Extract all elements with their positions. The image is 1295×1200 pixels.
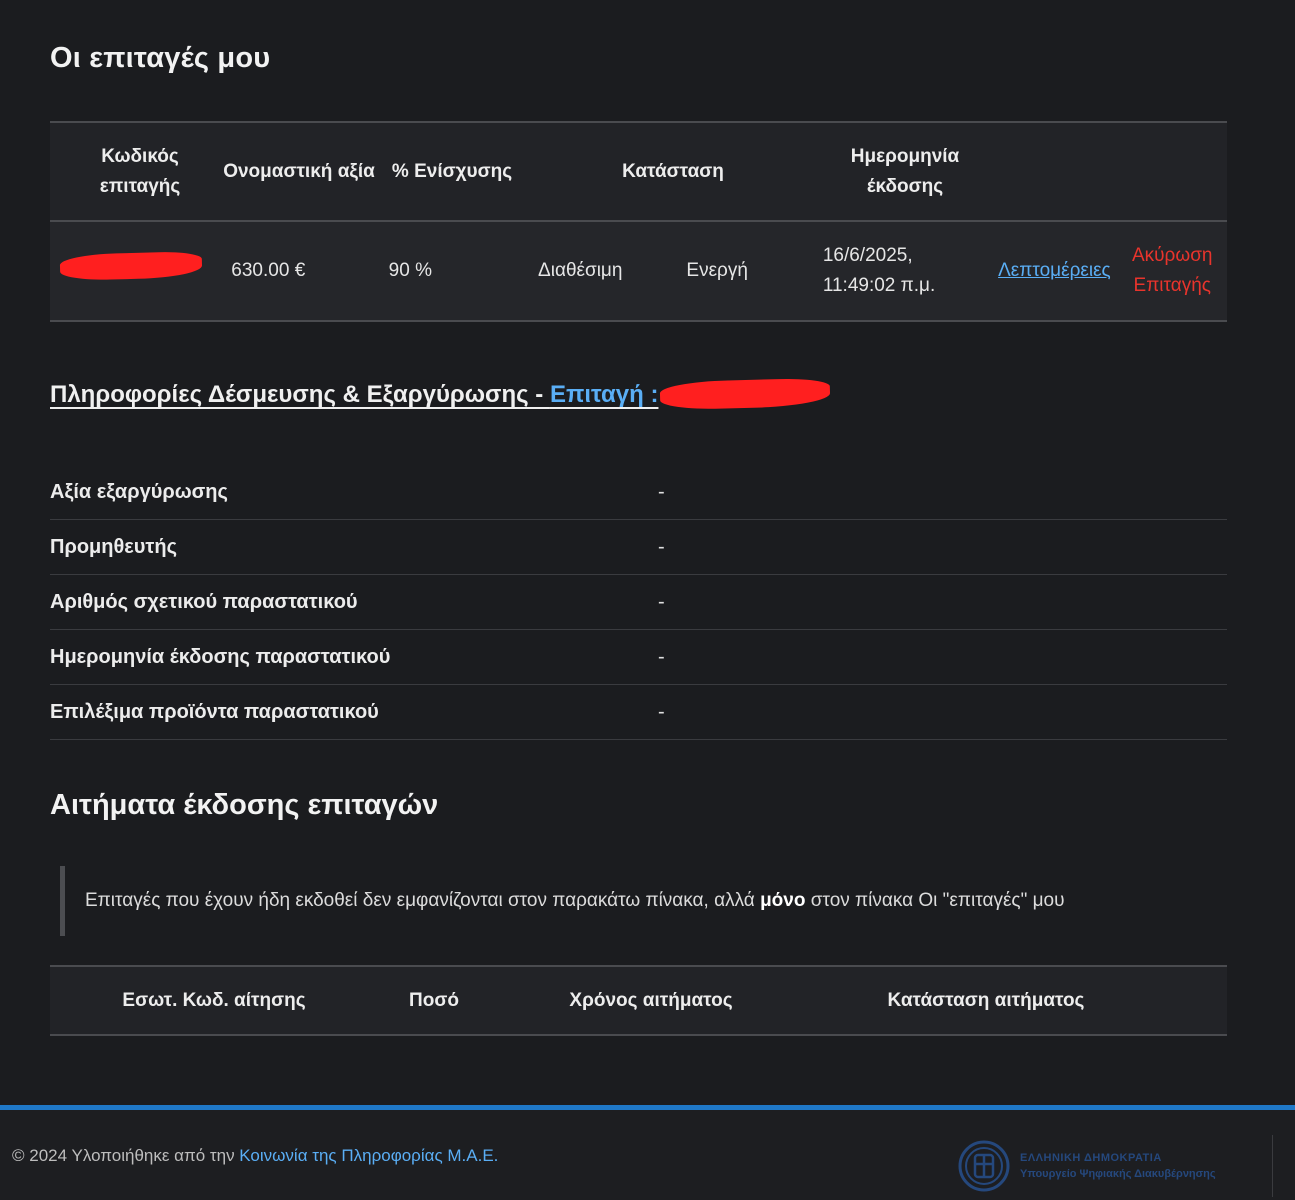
voucher-code-redacted xyxy=(50,251,219,289)
voucher-availability: Διαθέσιμη xyxy=(538,260,623,281)
details-cell: Λεπτομέρειες xyxy=(986,256,1135,286)
info-label: Προμηθευτής xyxy=(50,535,177,558)
header-request-time: Χρόνος αιτήματος xyxy=(569,989,733,1011)
header-internal-code: Εσωτ. Κωδ. αίτησης xyxy=(122,989,306,1011)
details-link[interactable]: Λεπτομέρειες xyxy=(998,260,1111,281)
info-heading-text: Πληροφορίες Δέσμευσης & Εξαργύρωσης - xyxy=(50,381,550,408)
footer: © 2024 Υλοποιήθηκε από την Κοινωνία της … xyxy=(0,1105,1295,1200)
info-label: Αξία εξαργύρωσης xyxy=(50,480,228,503)
info-value: - xyxy=(658,645,665,668)
info-value: - xyxy=(658,535,665,558)
header-request-status: Κατάσταση αιτήματος xyxy=(887,989,1085,1011)
list-item: Επιλέξιμα προϊόντα παραστατικού - xyxy=(50,685,1227,740)
voucher-nominal: 630.00 € xyxy=(231,260,306,281)
redaction-mark xyxy=(660,377,831,411)
info-label: Επιλέξιμα προϊόντα παραστατικού xyxy=(50,700,379,723)
note-post: στον πίνακα Οι "επιταγές" μου xyxy=(805,890,1065,911)
footer-divider xyxy=(1272,1135,1273,1197)
voucher-percent: 90 % xyxy=(388,260,432,281)
header-status: Κατάσταση xyxy=(622,160,724,182)
list-item: Αριθμός σχετικού παραστατικού - xyxy=(50,575,1227,630)
requests-table-header: Εσωτ. Κωδ. αίτησης Ποσό Χρόνος αιτήματος… xyxy=(50,965,1227,1036)
ministry-logo[interactable]: ΕΛΛΗΝΙΚΗ ΔΗΜΟΚΡΑΤΙΑ Υπουργείο Ψηφιακής Δ… xyxy=(958,1140,1216,1192)
footer-company-link[interactable]: Κοινωνία της Πληροφορίας Μ.Α.Ε. xyxy=(239,1146,498,1165)
note-pre: Επιταγές που έχουν ήδη εκδοθεί δεν εμφαν… xyxy=(85,890,761,911)
cancel-label-1: Ακύρωση xyxy=(1131,245,1213,266)
voucher-time: 11:49:02 π.μ. xyxy=(822,275,936,296)
info-label: Ημερομηνία έκδοσης παραστατικού xyxy=(50,645,391,668)
logo-text: ΕΛΛΗΝΙΚΗ ΔΗΜΟΚΡΑΤΙΑ Υπουργείο Ψηφιακής Δ… xyxy=(1020,1150,1216,1182)
list-item: Ημερομηνία έκδοσης παραστατικού - xyxy=(50,630,1227,685)
header-amount: Ποσό xyxy=(409,989,459,1011)
requests-title: Αιτήματα έκδοσης επιταγών xyxy=(50,789,439,821)
vouchers-table: Κωδικός επιταγής Ονομαστική αξία % Ενίσχ… xyxy=(50,121,1227,322)
header-percent: % Ενίσχυσης xyxy=(391,160,513,182)
note-text: Επιταγές που έχουν ήδη εκδοθεί δεν εμφαν… xyxy=(85,890,1065,912)
cancel-label-2: Επιταγής xyxy=(1133,275,1211,296)
header-code: Κωδικός επιταγής xyxy=(99,145,181,197)
table-row: 630.00 € 90 % Διαθέσιμη Ενεργή 16/6/2025… xyxy=(50,222,1227,320)
cancel-voucher-link[interactable]: Ακύρωση Επιταγής xyxy=(1117,241,1227,301)
info-value: - xyxy=(658,590,665,613)
footer-copyright: © 2024 Υλοποιήθηκε από την Κοινωνία της … xyxy=(12,1146,498,1166)
page-title: Οι επιταγές μου xyxy=(50,42,271,74)
vouchers-table-header: Κωδικός επιταγής Ονομαστική αξία % Ενίσχ… xyxy=(50,123,1227,222)
info-value: - xyxy=(658,700,665,723)
voucher-date: 16/6/2025, xyxy=(822,245,913,266)
info-heading-voucher[interactable]: Επιταγή : xyxy=(550,381,659,408)
hellenic-republic-emblem-icon xyxy=(958,1140,1010,1192)
list-item: Προμηθευτής - xyxy=(50,520,1227,575)
info-label: Αριθμός σχετικού παραστατικού xyxy=(50,590,358,613)
requests-note: Επιταγές που έχουν ήδη εκδοθεί δεν εμφαν… xyxy=(60,866,1227,936)
main-content: Οι επιταγές μου Κωδικός επιταγής Ονομαστ… xyxy=(0,0,1295,1105)
info-heading: Πληροφορίες Δέσμευσης & Εξαργύρωσης - Επ… xyxy=(50,377,831,411)
header-issue-date: Ημερομηνία έκδοσης xyxy=(850,145,960,197)
note-bold: μόνο xyxy=(760,890,806,911)
voucher-state: Ενεργή xyxy=(686,260,748,281)
logo-line-1: ΕΛΛΗΝΙΚΗ ΔΗΜΟΚΡΑΤΙΑ xyxy=(1020,1152,1162,1164)
header-nominal: Ονομαστική αξία xyxy=(223,160,375,182)
info-value: - xyxy=(658,480,665,503)
list-item: Αξία εξαργύρωσης - xyxy=(50,465,1227,520)
voucher-issue-date: 16/6/2025, 11:49:02 π.μ. xyxy=(817,241,986,301)
logo-line-2: Υπουργείο Ψηφιακής Διακυβέρνησης xyxy=(1020,1168,1216,1180)
info-list: Αξία εξαργύρωσης - Προμηθευτής - Αριθμός… xyxy=(50,465,1227,740)
redaction-mark xyxy=(59,251,203,281)
copyright-text: © 2024 Υλοποιήθηκε από την xyxy=(12,1146,240,1165)
